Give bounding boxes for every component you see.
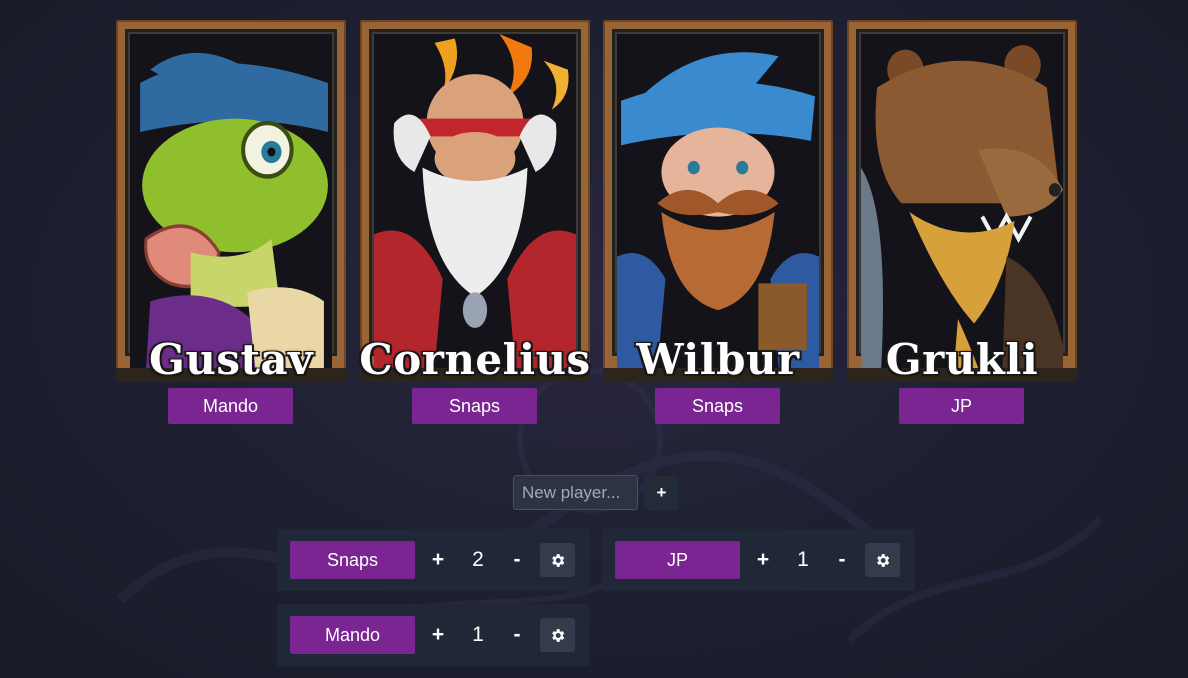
card-player-button-grukli[interactable]: JP — [899, 388, 1024, 424]
character-name: Cornelius — [359, 335, 591, 384]
frog-wizard-portrait-icon — [130, 34, 332, 368]
score-player-name[interactable]: Snaps — [290, 541, 415, 579]
card-player-button-gustav[interactable]: Mando — [168, 388, 293, 424]
card-player-button-cornelius[interactable]: Snaps — [412, 388, 537, 424]
decrement-score-button[interactable]: - — [829, 541, 855, 579]
score-value: 1 — [472, 623, 484, 646]
increment-score-button[interactable]: + — [750, 541, 776, 579]
old-monk-portrait-icon — [374, 34, 576, 368]
gear-icon — [552, 553, 565, 567]
character-card-grukli: Grukli — [847, 20, 1077, 382]
add-player-button[interactable]: + — [644, 476, 679, 510]
gear-icon — [552, 628, 565, 642]
character-name: Gustav — [148, 335, 314, 384]
decrement-score-button[interactable]: - — [504, 541, 530, 579]
increment-score-button[interactable]: + — [425, 541, 451, 579]
score-player-name[interactable]: JP — [615, 541, 740, 579]
score-value: 2 — [472, 548, 484, 571]
character-card-cornelius: Cornelius — [359, 20, 590, 382]
score-player-name[interactable]: Mando — [290, 616, 415, 654]
dwarf-wizard-portrait-icon — [617, 34, 819, 368]
player-settings-button[interactable] — [540, 618, 575, 652]
character-name: Wilbur — [636, 335, 800, 384]
gear-icon — [877, 553, 890, 567]
character-card-gustav: Gustav — [116, 20, 346, 382]
score-value: 1 — [797, 548, 809, 571]
player-settings-button[interactable] — [540, 543, 575, 577]
decrement-score-button[interactable]: - — [504, 616, 530, 654]
card-player-button-wilbur[interactable]: Snaps — [655, 388, 780, 424]
character-name: Grukli — [885, 335, 1039, 384]
new-player-input[interactable] — [513, 475, 638, 510]
player-settings-button[interactable] — [865, 543, 900, 577]
score-panel-snaps: Snaps + 2 - — [277, 529, 590, 591]
character-card-wilbur: Wilbur — [603, 20, 833, 382]
increment-score-button[interactable]: + — [425, 616, 451, 654]
score-panel-mando: Mando + 1 - — [277, 604, 590, 666]
bear-warrior-portrait-icon — [861, 34, 1063, 368]
score-panel-jp: JP + 1 - — [602, 529, 915, 591]
